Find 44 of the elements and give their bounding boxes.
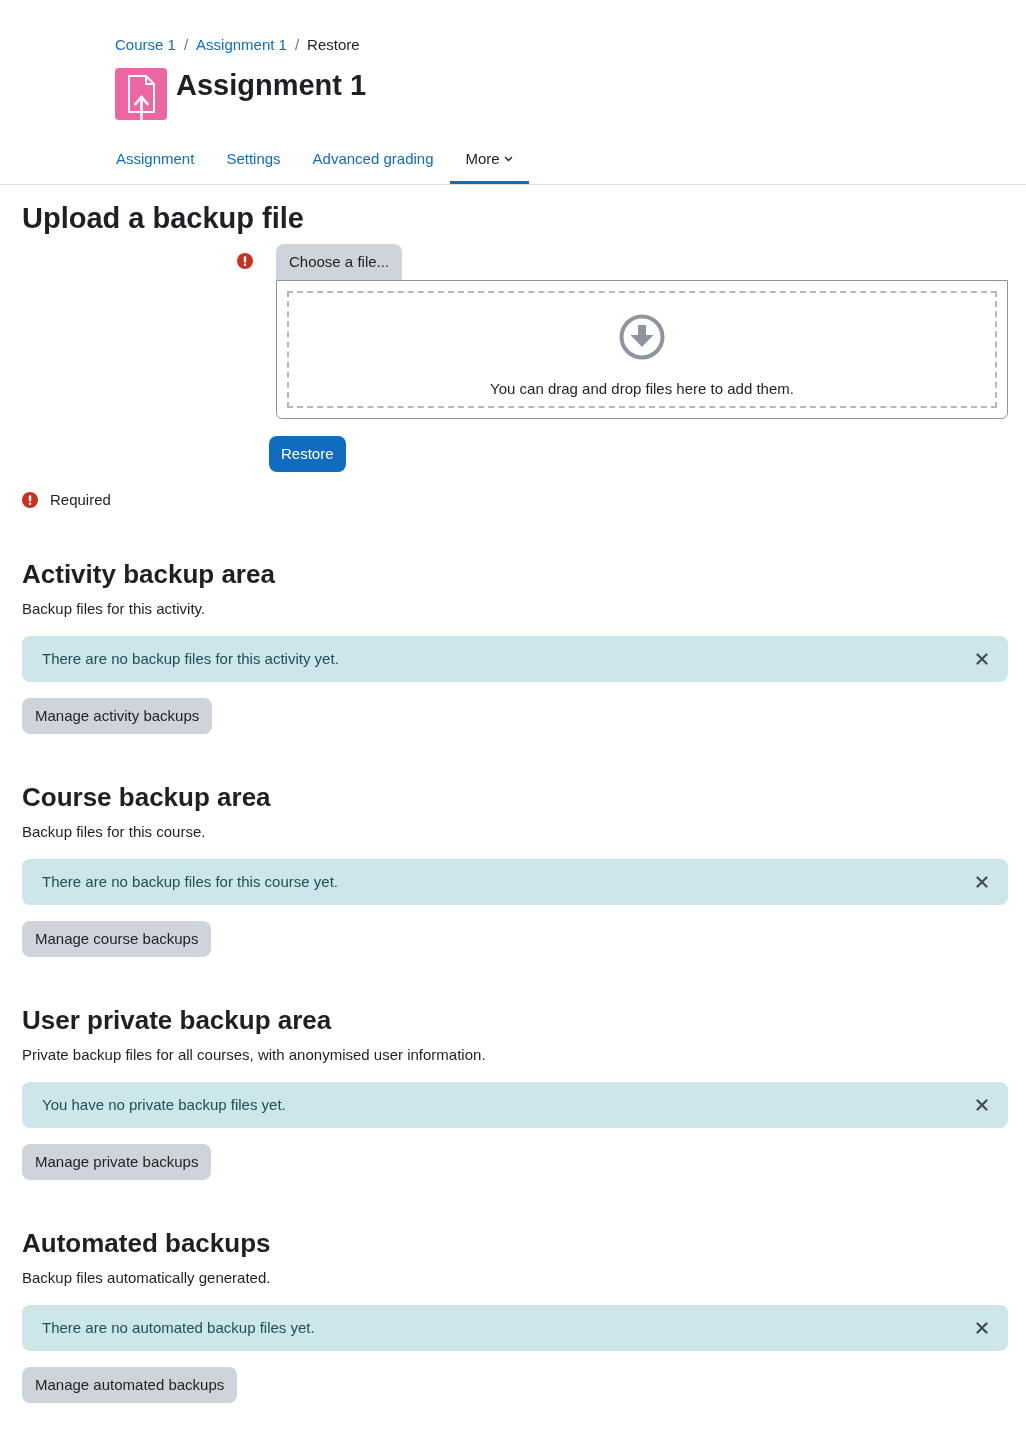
breadcrumb-link[interactable]: Assignment 1 bbox=[196, 34, 287, 56]
document-upload-icon bbox=[115, 68, 167, 120]
close-button[interactable] bbox=[976, 653, 988, 665]
nav-tab[interactable]: Assignment bbox=[100, 135, 211, 184]
close-icon bbox=[976, 1099, 988, 1111]
alert-message: There are no automated backup files yet. bbox=[42, 1318, 315, 1338]
section-description: Backup files for this activity. bbox=[22, 599, 206, 619]
exclamation-icon bbox=[22, 492, 38, 508]
manage-backups-button[interactable]: Manage automated backups bbox=[22, 1367, 238, 1403]
close-button[interactable] bbox=[976, 876, 988, 888]
manage-backups-button[interactable]: Manage course backups bbox=[22, 921, 212, 957]
close-icon bbox=[976, 1322, 988, 1334]
section-heading: Upload a backup file bbox=[22, 201, 305, 235]
alert-message: There are no backup files for this course yet. bbox=[42, 872, 338, 892]
choose-file-button[interactable]: Choose a file... bbox=[276, 244, 403, 280]
manage-backups-button[interactable]: Manage private backups bbox=[22, 1144, 212, 1180]
required-note: Required bbox=[50, 490, 111, 510]
chevron-down-icon bbox=[503, 156, 513, 162]
alert-message: There are no backup files for this activity yet. bbox=[42, 649, 339, 669]
page-title: Assignment 1 bbox=[176, 68, 367, 102]
breadcrumb-separator: / bbox=[294, 35, 300, 55]
manage-backups-button[interactable]: Manage activity backups bbox=[22, 698, 213, 734]
section-description: Backup files for this course. bbox=[22, 822, 206, 842]
close-icon bbox=[976, 653, 988, 665]
file-drop-zone[interactable]: You can drag and drop files here to add them. bbox=[287, 291, 997, 408]
alert-message: You have no private backup files yet. bbox=[42, 1095, 286, 1115]
arrow-down-circle-icon bbox=[619, 314, 665, 360]
breadcrumb-link[interactable]: Course 1 bbox=[115, 34, 176, 56]
section-description: Backup files automatically generated. bbox=[22, 1268, 271, 1288]
section-description: Private backup files for all courses, with anonymised user information. bbox=[22, 1045, 486, 1065]
nav-tab[interactable]: Settings bbox=[210, 135, 297, 184]
section-heading: Course backup area bbox=[22, 781, 271, 814]
drop-zone-hint: You can drag and drop files here to add them. bbox=[490, 379, 794, 399]
section-heading: Automated backups bbox=[22, 1227, 271, 1260]
menu-tab[interactable]: More bbox=[449, 135, 529, 184]
close-button[interactable] bbox=[976, 1099, 988, 1111]
close-icon bbox=[976, 876, 988, 888]
breadcrumb-separator: / bbox=[183, 35, 189, 55]
breadcrumb-current: Restore bbox=[307, 35, 360, 55]
section-heading: Activity backup area bbox=[22, 558, 275, 591]
nav-tab[interactable]: Advanced grading bbox=[296, 135, 450, 184]
close-button[interactable] bbox=[976, 1322, 988, 1334]
section-heading: User private backup area bbox=[22, 1004, 332, 1037]
restore-button[interactable]: Restore bbox=[269, 436, 346, 472]
